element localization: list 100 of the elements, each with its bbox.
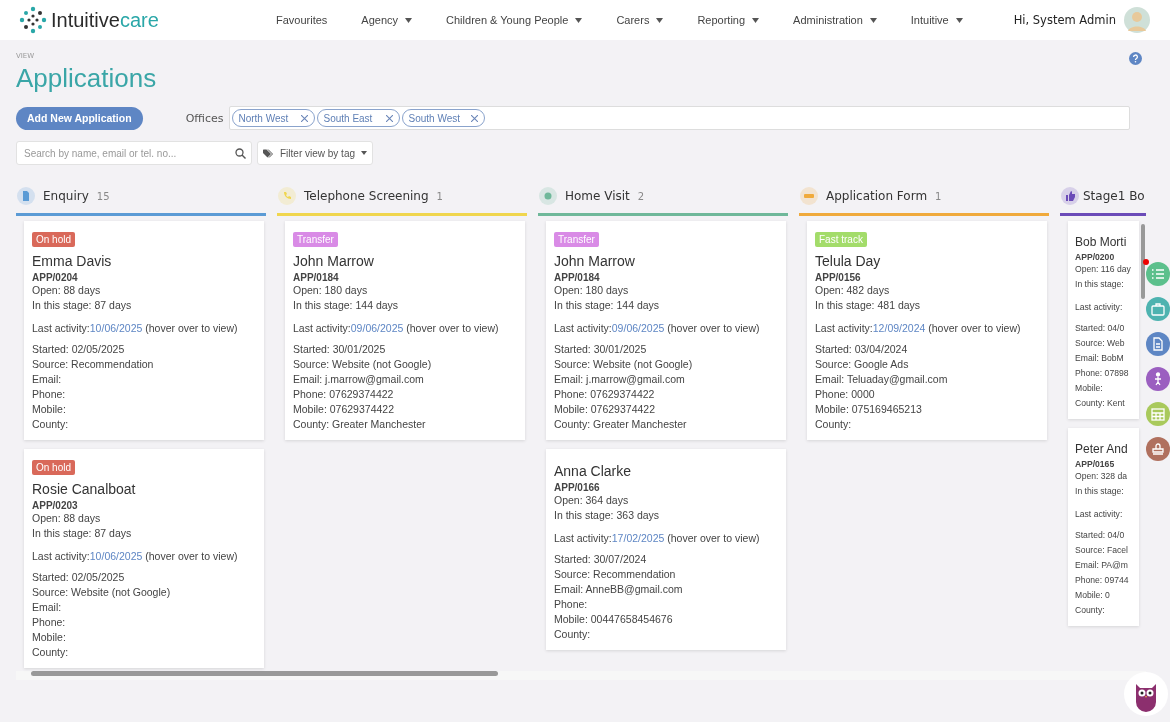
caret-icon [752,17,760,23]
side-action-button[interactable] [1146,297,1170,321]
remove-icon[interactable] [301,114,309,122]
open-days: Open: 116 day [1075,262,1137,277]
card-detail: Started: 04/0 [1075,322,1126,335]
column-count: 15 [96,190,110,202]
column-title: Telephone Screening [304,189,429,203]
card-detail: Started: 30/07/2024 [554,552,648,567]
card-detail: Email: PA@m [1075,559,1129,572]
card-detail: County: Greater Manchester [554,417,688,432]
caret-icon [575,17,583,23]
card-detail: Phone: [32,387,67,402]
stage-days: In this stage: 144 days [554,298,778,313]
card-detail: Phone: [32,615,67,630]
search-field[interactable]: Search by name, email or tel. no... [16,141,252,165]
logo-wordmark[interactable]: Intuitivecare [51,8,159,32]
search-icon[interactable] [235,148,246,159]
card-detail: County: [1075,604,1106,617]
open-days: Open: 180 days [293,283,517,298]
application-card[interactable]: On hold Emma Davis APP/0204 Open: 88 days In this stage: 87 days Last activity:10/06/2025 (hover over to view) Started: 02/05/2025 Source: Recommendation Email: Phone: Mobile: County: [24,221,264,440]
application-card[interactable]: Peter And APP/0165 Open: 328 da In this stage: Last activity: Started: 04/0 Source: Facel Email: PA@m Phone: 09744 Mobile: 0 County: [1068,428,1139,626]
card-detail: Mobile: [32,402,67,417]
card-detail: Mobile: 00447658454676 [554,612,674,627]
open-days: Open: 364 days [554,493,778,508]
application-card[interactable]: Bob Morti APP/0200 Open: 116 day In this stage: Last activity: Started: 04/0 Source: Web Email: BobM Phone: 07898 Mobile: County: Kent [1068,221,1139,419]
card-detail: Mobile: 07629374422 [293,402,395,417]
application-ref: APP/0200 [1075,252,1116,262]
side-action-button[interactable] [1146,332,1170,356]
applicant-name: John Marrow [554,253,636,269]
add-application-button[interactable]: Add New Application [16,106,143,130]
stage-days: In this stage: [1075,484,1137,499]
open-days: Open: 180 days [554,283,778,298]
application-ref: APP/0204 [32,272,79,283]
nav-menu-item[interactable]: Administration [793,14,877,26]
nav-menu-item[interactable]: Favourites [276,14,328,26]
application-card[interactable] [546,449,786,650]
card-detail: Email: Teluaday@gmail.com [815,372,949,387]
column-count: 1 [935,190,942,202]
nav-menu-item[interactable]: Carers [616,14,664,26]
application-ref: APP/0184 [554,272,601,283]
card-detail: Started: 03/04/2024 [815,342,909,357]
tag-icon [263,148,274,158]
status-tag: Transfer [554,232,599,247]
card-detail: Source: Google Ads [815,357,910,372]
card-detail: Email: j.marrow@gmail.com [293,372,425,387]
application-card[interactable]: On hold Rosie Canalboat APP/0203 Open: 88 days In this stage: 87 days Last activity:10/06/2025 (hover over to view) Started: 02/05/2025 Source: Website (not Google) Email: Phone: Mobile: County: [24,449,264,668]
open-days: Open: 482 days [815,283,1039,298]
side-action-button[interactable] [1146,262,1170,286]
stage-days: In this stage: 87 days [32,526,256,541]
application-card[interactable] [546,221,786,440]
tag-filter-dropdown[interactable]: Filter view by tag [257,141,374,165]
help-icon[interactable] [1129,52,1142,65]
application-card[interactable] [807,221,1047,440]
application-card[interactable] [285,221,525,440]
nav-menu-item[interactable]: Agency [361,14,413,26]
application-ref: APP/0156 [815,272,862,283]
card-detail: Phone: 07629374422 [293,387,395,402]
list-icon [1151,267,1165,281]
card-detail: County: [554,627,592,642]
card-detail: County: [32,417,70,432]
logo-icon [18,5,48,35]
offices-field[interactable]: North West South East South West [229,106,1130,130]
side-action-button[interactable] [1146,367,1170,391]
card-detail: Mobile: 075169465213 [815,402,923,417]
card-detail: Email: [32,372,63,387]
card-detail: Source: Facel [1075,544,1130,557]
card-detail: Mobile: [1075,382,1104,395]
card-detail: Started: 02/05/2025 [32,570,126,585]
last-activity: Last activity:10/06/2025 (hover over to view) [32,321,239,336]
stage-days: In this stage: 87 days [32,298,256,313]
last-activity: Last activity:09/06/2025 (hover over to view) [293,321,500,336]
last-activity: Last activity:12/09/2024 (hover over to view) [815,321,1022,336]
document-icon [1151,337,1165,351]
card-detail: Source: Web [1075,337,1126,350]
card-detail: Email: j.marrow@gmail.com [554,372,686,387]
side-action-button[interactable] [1146,402,1170,426]
remove-icon[interactable] [386,114,394,122]
card-detail: County: Kent [1075,397,1126,410]
owl-assistant-icon[interactable] [1124,672,1168,716]
user-greeting[interactable]: Hi, System Admin [1013,13,1116,27]
card-detail: Started: 30/01/2025 [554,342,648,357]
status-tag: On hold [32,460,76,475]
card-detail: County: [815,417,853,432]
side-action-button[interactable] [1146,437,1170,461]
stamp-icon [1151,442,1165,456]
calendar-icon [1151,407,1165,421]
vertical-scrollbar[interactable] [1141,224,1145,299]
card-detail: County: [32,645,70,660]
remove-icon[interactable] [471,114,479,122]
card-detail: Source: Recommendation [32,357,155,372]
status-tag: Transfer [293,232,338,247]
column-title: Stage1 Bo [1083,189,1145,203]
applicant-name: Bob Morti [1075,235,1128,249]
nav-menu-item[interactable]: Reporting [697,14,760,26]
column-title: Enquiry [43,189,89,203]
open-days: Open: 88 days [32,511,256,526]
nav-menu-item[interactable]: Intuitive [910,14,963,26]
card-detail: Source: Recommendation [554,567,677,582]
horizontal-scrollbar[interactable] [16,671,1146,680]
nav-menu-item[interactable]: Children & Young People [446,14,583,26]
